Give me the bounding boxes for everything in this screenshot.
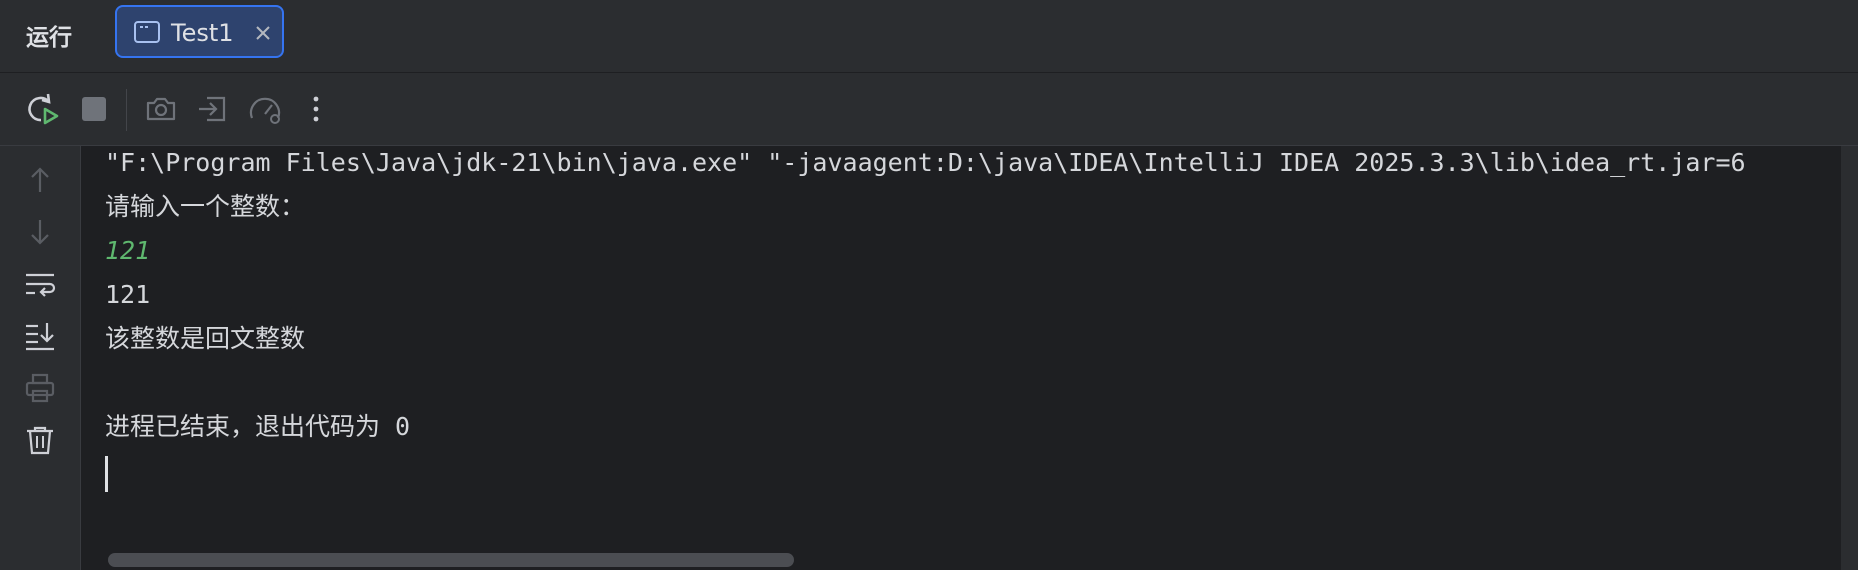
horizontal-scrollbar-thumb[interactable] [108,553,794,567]
toolbar-separator [126,89,127,131]
import-icon[interactable] [195,91,231,127]
vertical-scrollbar-track[interactable] [1841,146,1858,570]
text-caret [105,456,108,492]
print-icon[interactable] [24,372,56,404]
tab-test1[interactable]: Test1 [115,5,284,58]
arrow-up-icon[interactable] [24,164,56,196]
close-icon[interactable] [255,25,271,41]
profiler-icon[interactable] [247,91,283,127]
console-command-line: "F:\Program Files\Java\jdk-21\bin\java.e… [105,148,1746,177]
console-echo-line: 121 [105,280,151,309]
run-toolbar [0,73,1858,146]
run-tool-window-header: 运行 Test1 [0,0,1858,73]
stop-icon[interactable] [76,91,112,127]
console-exit-line: 进程已结束，退出代码为 0 [105,412,411,441]
more-icon[interactable] [298,91,334,127]
arrow-down-icon[interactable] [24,216,56,248]
run-tool-window-title: 运行 [26,25,72,51]
scroll-to-end-icon[interactable] [24,320,56,352]
tab-label: Test1 [171,19,234,47]
rerun-icon[interactable] [24,91,60,127]
console-prompt-line: 请输入一个整数： [105,192,306,221]
screenshot-icon[interactable] [143,91,179,127]
trash-icon[interactable] [24,424,56,456]
console-user-input-line: 121 [105,236,151,265]
console-window-icon [134,21,160,43]
console-output[interactable]: "F:\Program Files\Java\jdk-21\bin\java.e… [81,146,1841,570]
soft-wrap-icon[interactable] [24,268,56,300]
console-sidebar [0,146,81,570]
console-result-line: 该整数是回文整数 [105,324,306,353]
